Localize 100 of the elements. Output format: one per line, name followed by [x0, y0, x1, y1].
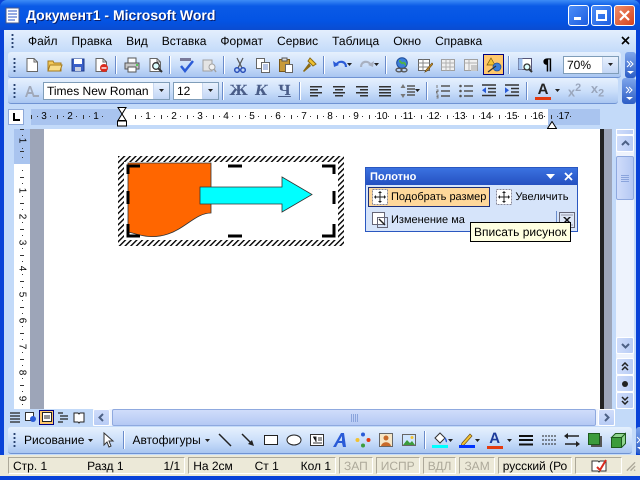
next-page-icon[interactable] — [621, 396, 629, 405]
arrow-shape[interactable] — [200, 176, 313, 213]
spelling-check-icon[interactable] — [178, 56, 194, 72]
reading-layout-button[interactable] — [71, 410, 86, 425]
increase-indent-icon[interactable] — [504, 82, 520, 98]
resize-handle[interactable] — [322, 164, 336, 174]
outline-view-button[interactable] — [55, 410, 70, 425]
toolbar-grip[interactable] — [13, 82, 16, 98]
scroll-up-icon[interactable] — [620, 140, 630, 147]
normal-view-button[interactable] — [7, 410, 22, 425]
format-painter-icon[interactable] — [300, 56, 316, 72]
font-field[interactable]: Times New Roman — [43, 82, 170, 100]
line-spacing-icon[interactable] — [400, 82, 416, 98]
toolbar-grip[interactable] — [11, 33, 14, 49]
caret-icon[interactable] — [347, 63, 352, 66]
line-icon[interactable] — [217, 432, 234, 448]
document-map-icon[interactable] — [516, 56, 532, 72]
minimize-button[interactable] — [568, 4, 589, 26]
caret-icon[interactable] — [204, 438, 210, 442]
fit-button[interactable]: Подобрать размер — [368, 186, 490, 206]
caret-icon[interactable] — [88, 438, 94, 442]
expand-button[interactable]: Увеличить — [492, 186, 572, 206]
browse-object-icon[interactable] — [621, 380, 629, 388]
decrease-indent-icon[interactable] — [480, 82, 496, 98]
oval-icon[interactable] — [286, 432, 302, 448]
wave-shape[interactable] — [128, 162, 212, 237]
diagram-icon[interactable] — [355, 432, 372, 448]
resize-handle[interactable] — [126, 224, 140, 238]
horizontal-scrollbar[interactable] — [93, 409, 615, 426]
font-color-button[interactable]: A — [535, 82, 551, 100]
cut-icon[interactable] — [232, 56, 248, 72]
resize-handle[interactable] — [228, 234, 242, 238]
arrow-icon[interactable] — [240, 432, 256, 448]
menu-item[interactable]: Формат — [214, 32, 270, 50]
scroll-left-icon[interactable] — [98, 413, 105, 422]
show-formatting-button[interactable]: ¶ — [536, 55, 559, 74]
vertical-scrollbar[interactable] — [616, 129, 634, 409]
caret-icon[interactable] — [555, 89, 560, 92]
font-color-button[interactable]: A — [486, 431, 503, 449]
print-layout-button[interactable] — [39, 410, 54, 425]
resize-handle[interactable] — [322, 224, 336, 238]
print-icon[interactable] — [124, 56, 140, 72]
toolbar-options-icon[interactable] — [626, 60, 635, 75]
menu-item[interactable]: Вид — [120, 32, 154, 50]
italic-button[interactable]: К — [250, 82, 273, 98]
copy-icon[interactable] — [254, 56, 270, 72]
menu-item[interactable]: Правка — [66, 32, 118, 50]
scroll-down-icon[interactable] — [620, 342, 630, 349]
autoshapes-menu[interactable]: Автофигуры — [128, 429, 214, 451]
spelling-status-icon[interactable] — [590, 458, 607, 474]
shadow-style-icon[interactable] — [587, 432, 604, 448]
caret-icon[interactable] — [506, 438, 512, 442]
drawing-menu[interactable]: Рисование — [20, 429, 98, 451]
text-box-icon[interactable] — [309, 432, 326, 448]
numbering-icon[interactable] — [434, 82, 450, 98]
toolbar-grip[interactable] — [13, 432, 16, 448]
rectangle-icon[interactable] — [263, 432, 280, 448]
caret-icon[interactable] — [208, 89, 213, 92]
menu-item[interactable]: Таблица — [326, 32, 386, 50]
scale-drawing-button[interactable]: Изменение ма — [368, 210, 469, 230]
tab-stop-selector[interactable] — [8, 108, 24, 124]
permission-icon[interactable] — [92, 56, 108, 72]
close-button[interactable] — [614, 4, 635, 26]
toolbar-menu-icon[interactable] — [546, 174, 555, 179]
caret-icon[interactable] — [415, 89, 420, 92]
paste-icon[interactable] — [278, 56, 294, 72]
maximize-icon[interactable] — [596, 10, 607, 20]
wordart-icon[interactable] — [332, 432, 348, 448]
line-color-icon[interactable] — [459, 432, 476, 448]
resize-grip-icon[interactable] — [624, 460, 636, 472]
close-document-icon[interactable] — [621, 36, 630, 45]
arrow-style-icon[interactable] — [564, 432, 580, 448]
maximize-button[interactable] — [591, 4, 612, 26]
font-size-field[interactable]: 12 — [173, 82, 219, 100]
resize-handle[interactable] — [126, 191, 130, 204]
drawing-toggle-button[interactable] — [483, 54, 504, 75]
menu-item[interactable]: Справка — [429, 32, 488, 50]
previous-page-icon[interactable] — [621, 362, 629, 371]
resize-handle[interactable] — [126, 164, 140, 174]
underline-button[interactable]: Ч — [273, 82, 296, 98]
insert-picture-icon[interactable] — [401, 432, 418, 448]
bold-button[interactable]: Ж — [227, 82, 250, 98]
zoom-field[interactable]: 70% — [563, 56, 619, 74]
close-icon[interactable] — [564, 172, 573, 181]
print-preview-icon[interactable] — [146, 56, 162, 72]
web-layout-button[interactable] — [23, 410, 38, 425]
menu-item[interactable]: Вставка — [156, 32, 212, 50]
left-tab-icon[interactable] — [12, 112, 20, 121]
menu-item[interactable]: Файл — [22, 32, 64, 50]
indent-marker-icon[interactable] — [117, 106, 127, 126]
clip-art-icon[interactable] — [378, 432, 394, 448]
menu-item[interactable]: Окно — [387, 32, 428, 50]
resize-handle[interactable] — [332, 191, 336, 204]
select-objects-icon[interactable] — [100, 432, 117, 448]
scroll-right-icon[interactable] — [603, 413, 610, 422]
tables-pencil-icon[interactable] — [416, 56, 432, 72]
save-icon[interactable] — [70, 56, 86, 72]
caret-icon[interactable] — [374, 63, 379, 66]
hyperlink-globe-icon[interactable] — [394, 56, 410, 72]
caret-icon[interactable] — [474, 438, 480, 442]
